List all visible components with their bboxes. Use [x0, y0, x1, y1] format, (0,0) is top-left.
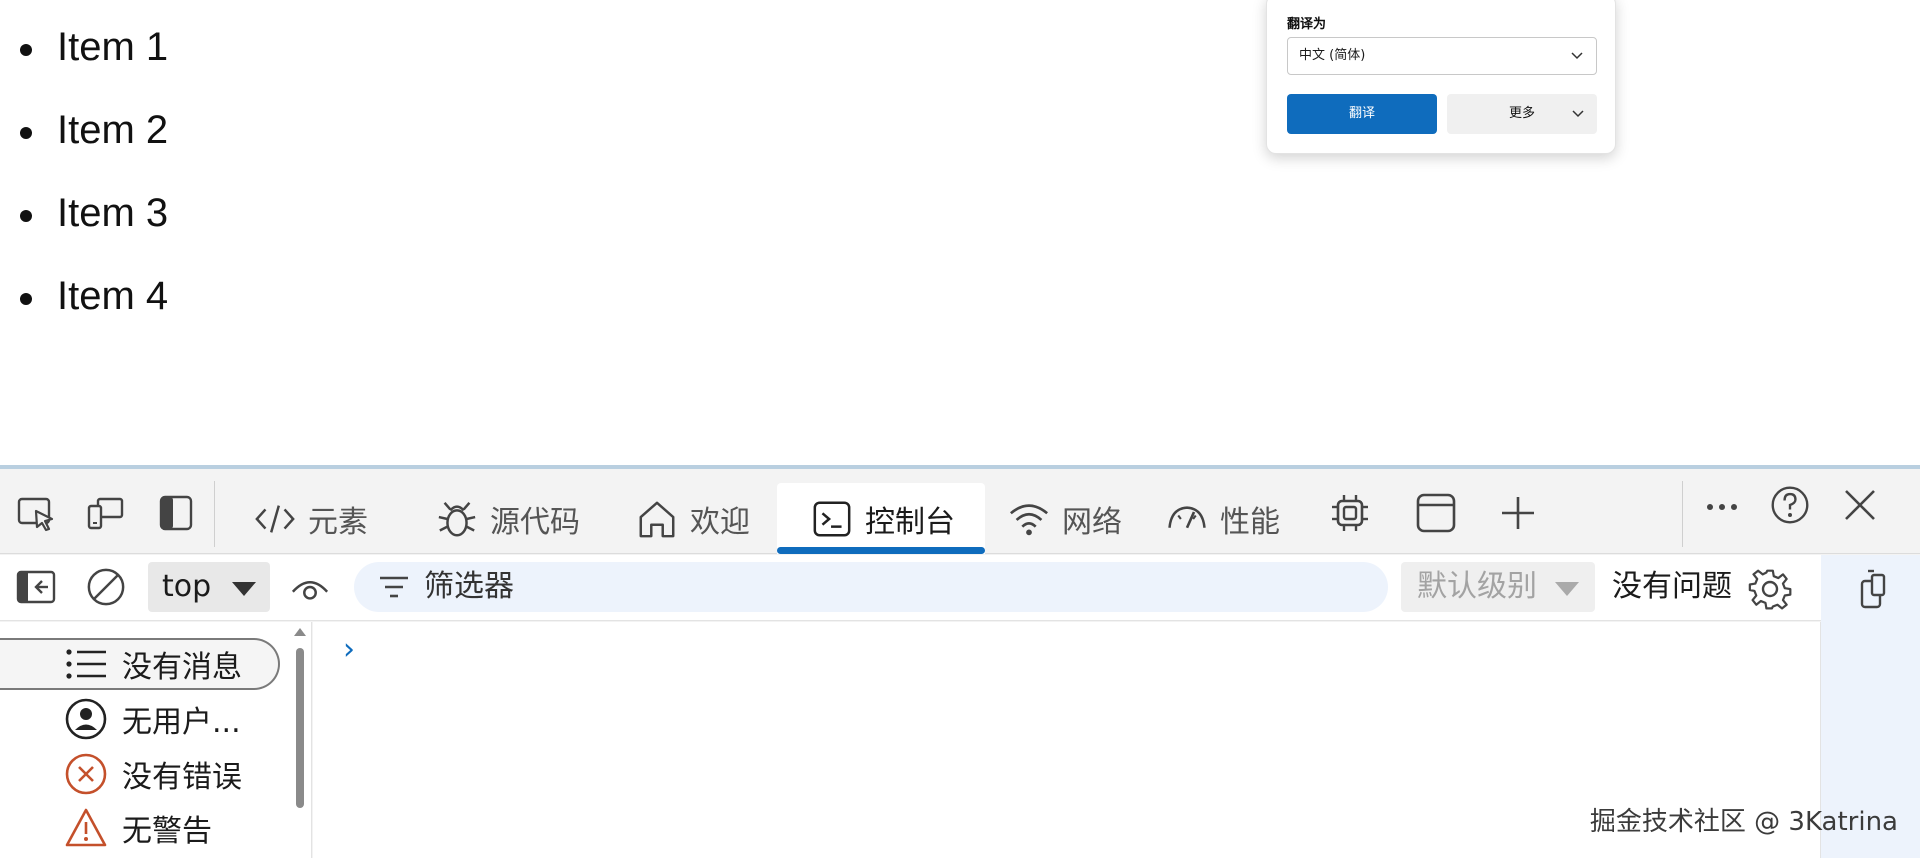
list-item: Item 1: [20, 8, 168, 91]
web-page: Item 1 Item 2 Item 3 Item 4 翻译为 中文 (简体) …: [0, 0, 1920, 465]
list-item: Item 3: [20, 174, 168, 257]
speedometer-icon: [1166, 498, 1208, 540]
language-select[interactable]: 中文 (简体): [1287, 37, 1597, 75]
console-icon: [811, 498, 853, 540]
watermark: 掘金技术社区 @ 3Katrina: [1589, 807, 1898, 837]
console-prompt[interactable]: ›: [343, 632, 355, 667]
caret-down-icon: [1555, 582, 1579, 596]
list-icon: [64, 642, 108, 686]
inspect-element-icon[interactable]: [16, 493, 56, 533]
devtools-tab-bar: 元素 源代码 欢迎 控制台 网络 性能: [0, 473, 1920, 554]
sidebar-item-label: 无警告: [122, 814, 212, 849]
dock-to-drawer-icon[interactable]: [1850, 567, 1894, 611]
more-button-label: 更多: [1508, 106, 1535, 121]
translate-to-label: 翻译为: [1287, 17, 1327, 32]
chevron-down-icon: [1570, 38, 1584, 74]
filter-icon: [376, 569, 412, 605]
dock-panel-icon[interactable]: [156, 493, 196, 533]
sidebar-toggle-icon[interactable]: [16, 567, 56, 607]
clear-console-icon[interactable]: [86, 567, 126, 607]
scrollbar-thumb[interactable]: [296, 648, 304, 808]
code-icon: [254, 498, 296, 540]
sidebar-item-label: 无用户...: [122, 705, 241, 740]
divider: [214, 481, 215, 547]
item-list: Item 1 Item 2 Item 3 Item 4: [20, 8, 168, 340]
list-item: Item 4: [20, 257, 168, 340]
warning-icon: [64, 806, 108, 850]
devtools-panel: 元素 源代码 欢迎 控制台 网络 性能 top 筛选器 默认级别 没有问题 没有…: [0, 465, 1920, 858]
console-sidebar: 没有消息 无用户... 没有错误 无警告: [0, 622, 312, 858]
sidebar-item-errors[interactable]: 没有错误: [0, 748, 280, 800]
list-item: Item 2: [20, 91, 168, 174]
more-button[interactable]: 更多: [1447, 94, 1597, 134]
sidebar-scrollbar[interactable]: [294, 628, 306, 858]
divider: [1682, 481, 1683, 547]
sidebar-item-warnings[interactable]: 无警告: [0, 802, 280, 854]
device-emulation-icon[interactable]: [86, 493, 126, 533]
sidebar-item-label: 没有消息: [122, 650, 242, 685]
error-icon: [64, 752, 108, 796]
application-icon[interactable]: [1414, 491, 1458, 535]
language-select-value: 中文 (简体): [1299, 48, 1366, 63]
tab-elements-label: 元素: [308, 504, 368, 540]
tab-performance[interactable]: 性能: [1166, 483, 1280, 554]
scroll-up-icon[interactable]: [294, 628, 306, 636]
filter-placeholder: 筛选器: [424, 569, 514, 604]
live-expression-eye-icon[interactable]: [290, 567, 330, 607]
context-select-value: top: [162, 569, 212, 604]
tab-console[interactable]: 控制台: [777, 483, 985, 554]
issues-counter[interactable]: 没有问题: [1612, 562, 1732, 612]
sidebar-item-label: 没有错误: [122, 760, 242, 795]
sidebar-item-messages[interactable]: 没有消息: [0, 638, 280, 690]
sidebar-item-user-messages[interactable]: 无用户...: [0, 693, 280, 745]
log-level-select[interactable]: 默认级别: [1401, 562, 1595, 612]
cpu-icon[interactable]: [1328, 491, 1372, 535]
user-icon: [64, 697, 108, 741]
add-tab-icon[interactable]: [1498, 493, 1538, 533]
close-icon[interactable]: [1840, 485, 1880, 525]
filter-input[interactable]: 筛选器: [354, 562, 1388, 612]
tab-welcome-label: 欢迎: [690, 504, 750, 540]
console-toolbar: top 筛选器 默认级别 没有问题: [0, 555, 1920, 621]
translate-button[interactable]: 翻译: [1287, 94, 1437, 134]
more-options-icon[interactable]: [1702, 487, 1742, 527]
tab-performance-label: 性能: [1220, 504, 1280, 540]
tab-sources[interactable]: 源代码: [436, 483, 580, 554]
tab-network-label: 网络: [1062, 504, 1122, 540]
translate-popup: 翻译为 中文 (简体) 翻译 更多: [1266, 0, 1616, 154]
tab-console-label: 控制台: [865, 504, 955, 540]
tab-sources-label: 源代码: [490, 504, 580, 540]
help-icon[interactable]: [1770, 485, 1810, 525]
chevron-down-icon: [1571, 94, 1585, 134]
bug-icon: [436, 498, 478, 540]
context-select[interactable]: top: [148, 562, 270, 612]
settings-gear-icon[interactable]: [1748, 567, 1792, 611]
log-level-value: 默认级别: [1417, 569, 1537, 604]
tab-network[interactable]: 网络: [1008, 483, 1122, 554]
tab-elements[interactable]: 元素: [254, 483, 368, 554]
home-icon: [636, 498, 678, 540]
caret-down-icon: [232, 582, 256, 596]
tab-welcome[interactable]: 欢迎: [636, 483, 750, 554]
wifi-icon: [1008, 498, 1050, 540]
